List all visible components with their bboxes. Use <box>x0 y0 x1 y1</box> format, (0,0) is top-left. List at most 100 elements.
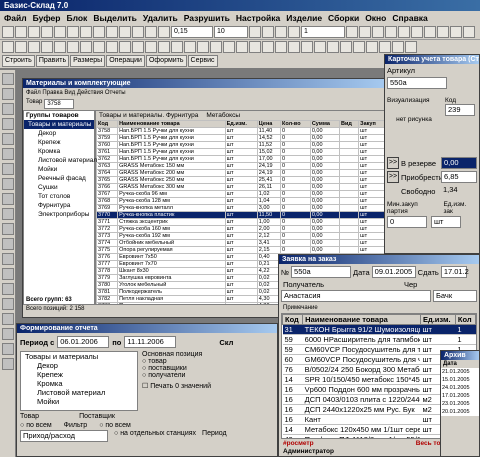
shelf-icon[interactable] <box>2 103 14 115</box>
export-icon[interactable] <box>340 41 352 53</box>
zoom-icon[interactable] <box>119 26 131 38</box>
calc-icon[interactable] <box>327 41 339 53</box>
column-header[interactable]: Сумма <box>309 120 341 128</box>
via-field[interactable]: Бачк <box>433 290 477 302</box>
table-row[interactable]: 3763 GRASS Метабокс 150 мм шт 24,19 0 0,00 шт <box>96 162 385 170</box>
period-from-field[interactable]: 06.01.2006 <box>57 336 110 348</box>
italic-icon[interactable] <box>262 26 274 38</box>
metaboxes-tab[interactable]: Метабоксы <box>206 112 240 119</box>
erase-icon[interactable] <box>249 41 261 53</box>
exit-icon[interactable] <box>405 41 417 53</box>
report-tree-item[interactable]: Товары и материалы <box>21 352 137 361</box>
column-header[interactable]: Закуп <box>358 120 385 128</box>
select-icon[interactable] <box>2 73 14 85</box>
offset-icon[interactable] <box>197 41 209 53</box>
unit-field[interactable]: шт <box>431 216 461 228</box>
menu-item-4[interactable]: Удалить <box>143 13 178 23</box>
glass-icon[interactable] <box>2 268 14 280</box>
panel-icon[interactable] <box>2 88 14 100</box>
font-size-select[interactable]: 10 <box>214 26 248 38</box>
text-icon[interactable] <box>93 41 105 53</box>
order-column-header[interactable]: Ед.изм. <box>419 314 456 325</box>
hole-icon[interactable] <box>2 193 14 205</box>
tab-2[interactable]: Размеры <box>70 55 106 67</box>
stations-option[interactable]: ○ на отдельных станциях <box>114 430 196 442</box>
report-tree-item[interactable]: Кромка <box>21 379 137 388</box>
table-row[interactable]: 3759 Нап.БРП 1.5 Ручки для кухни шт 14,52 0 0… <box>96 134 385 142</box>
block-icon[interactable] <box>223 41 235 53</box>
table-row[interactable]: 3775 Опора регулируемая шт 2,15 0 0,00 шт <box>96 246 385 254</box>
min-batch-field[interactable]: 0 <box>387 216 427 228</box>
arc-icon[interactable] <box>28 41 40 53</box>
bold-icon[interactable] <box>249 26 261 38</box>
table-row[interactable]: 3771 Стяжка эксцентрик шт 1,00 0 0,00 шт <box>96 218 385 226</box>
fitting-icon[interactable] <box>2 163 14 175</box>
align-icon[interactable] <box>275 26 287 38</box>
archive-date-item[interactable]: 21.01.2005 <box>441 368 479 376</box>
order-date-field[interactable]: 09.01.2005 <box>371 266 416 278</box>
ortho-icon[interactable] <box>132 41 144 53</box>
edge-icon[interactable] <box>2 148 14 160</box>
report-tree-item[interactable]: Мойки <box>21 397 137 406</box>
import-icon[interactable] <box>353 41 365 53</box>
circle-icon[interactable] <box>41 41 53 53</box>
menu-item-6[interactable]: Настройка <box>236 13 280 23</box>
nest-icon[interactable] <box>2 343 14 355</box>
layers-icon[interactable] <box>145 26 157 38</box>
option-product[interactable]: ○ товар <box>142 358 211 365</box>
scale-icon[interactable] <box>288 41 300 53</box>
new-icon[interactable] <box>2 26 14 38</box>
products-tab-title[interactable]: Товары и материалы. Фурнитура <box>99 112 198 119</box>
drawer-icon[interactable] <box>2 133 14 145</box>
table-row[interactable]: 3773 Ручка-скоба 192 мм шт 2,12 0 0,00 шт <box>96 232 385 240</box>
report-tree-item[interactable]: Декор <box>21 361 137 370</box>
tree-item[interactable]: Реечный фасад <box>24 174 94 183</box>
table-row[interactable]: 3758 Нап.БРП 1.5 Ручки для кухни шт 11,40 0 0… <box>96 127 385 135</box>
table-row[interactable]: 3769 Ручка-кнопка металл шт 3,00 0 0,00 шт <box>96 204 385 212</box>
column-header[interactable]: Цена <box>256 120 281 128</box>
supplier-all-option[interactable]: ○ по всем <box>99 422 131 429</box>
paste-icon[interactable] <box>80 26 92 38</box>
table-row[interactable]: 3765 GRASS Метабокс 250 мм шт 25,41 0 0,00 шт <box>96 176 385 184</box>
measure-icon[interactable] <box>372 26 384 38</box>
table-row[interactable]: 3762 Нап.БРП 1.5 Ручки для кухни шт 17,00 0 0… <box>96 155 385 163</box>
buy-button[interactable]: >> <box>387 171 399 183</box>
mirror-icon[interactable] <box>359 26 371 38</box>
menu-item-2[interactable]: Блок <box>66 13 87 23</box>
order-column-header[interactable]: Наименование товара <box>302 314 421 325</box>
table-row[interactable]: 3764 GRASS Метабокс 200 мм шт 24,19 0 0,00 шт <box>96 169 385 177</box>
rect-icon[interactable] <box>54 41 66 53</box>
archive-date-item[interactable]: 15.01.2005 <box>441 376 479 384</box>
chamfer-icon[interactable] <box>184 41 196 53</box>
report-icon[interactable] <box>2 313 14 325</box>
column-header[interactable]: Кол-во <box>279 120 311 128</box>
color-icon[interactable] <box>288 26 300 38</box>
cut-icon[interactable] <box>54 26 66 38</box>
article-field[interactable]: 550а <box>387 77 447 89</box>
grid-icon[interactable] <box>132 26 144 38</box>
tree-item[interactable]: Мойки <box>24 165 94 174</box>
reserve-button[interactable]: >> <box>387 157 399 169</box>
order-number-field[interactable]: 550а <box>291 266 352 278</box>
table-row[interactable]: 3768 Ручка-скоба 128 мм шт 1,04 0 0,00 шт <box>96 197 385 205</box>
tab-4[interactable]: Оформить <box>145 55 187 67</box>
doc-type-select[interactable]: Приход/расход <box>20 430 108 442</box>
menu-item-8[interactable]: Сборки <box>328 13 359 23</box>
table-row[interactable]: 3767 Ручка-скоба 96 мм шт 1,02 0 0,00 шт <box>96 190 385 198</box>
archive-date-item[interactable]: 23.01.2005 <box>441 400 479 408</box>
menu-item-3[interactable]: Выделить <box>93 13 137 23</box>
help-icon[interactable] <box>366 41 378 53</box>
line-width-select[interactable]: 0,15 <box>171 26 213 38</box>
tree-item[interactable]: Крепеж <box>24 138 94 147</box>
tab-0[interactable]: Строить <box>2 55 35 67</box>
cost-icon[interactable] <box>2 328 14 340</box>
info-icon[interactable] <box>379 41 391 53</box>
tree-item[interactable]: Фурнитура <box>24 201 94 210</box>
tree-item[interactable]: Тот столов <box>24 192 94 201</box>
open-icon[interactable] <box>15 26 27 38</box>
option-recipients[interactable]: ○ получатели <box>142 372 211 379</box>
render-icon[interactable] <box>463 26 475 38</box>
zoom-in-icon[interactable] <box>411 26 423 38</box>
by-all-option[interactable]: ○ по всем <box>20 422 52 429</box>
report-tree-item[interactable]: Листовой материал <box>21 388 137 397</box>
